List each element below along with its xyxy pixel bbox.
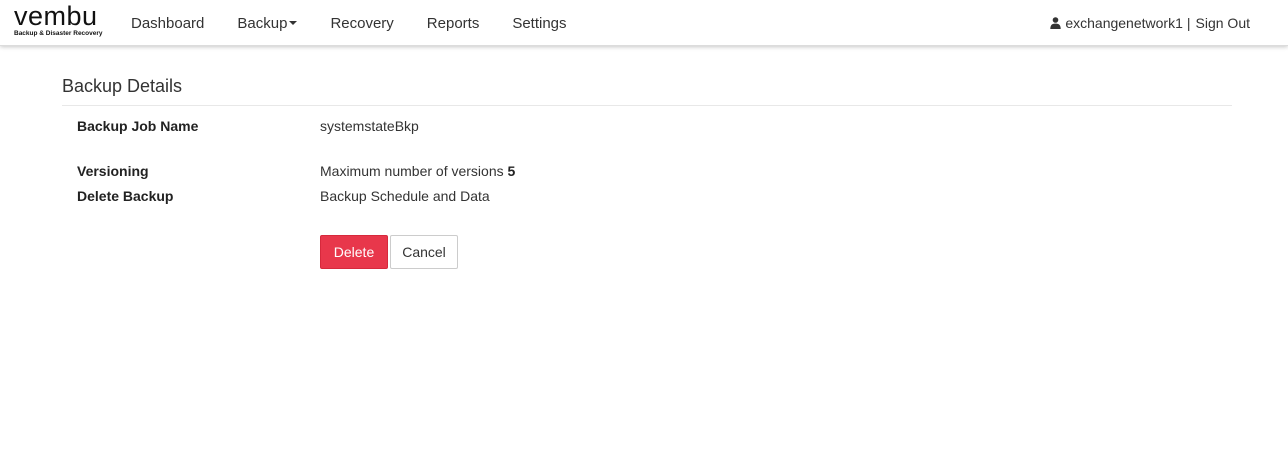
nav-settings[interactable]: Settings [512,15,566,32]
user-menu: exchangenetwork1 | Sign Out [1050,0,1250,46]
nav-backup-label: Backup [237,14,288,32]
delete-button[interactable]: Delete [320,235,388,269]
sign-out-link[interactable]: Sign Out [1196,15,1250,31]
title-divider [62,105,1232,106]
user-icon [1050,17,1062,29]
delete-backup-label: Delete Backup [77,188,174,204]
backup-job-name-value: systemstateBkp [320,118,419,134]
top-navbar: vembu Backup & Disaster Recovery Dashboa… [0,0,1288,46]
versioning-value: Maximum number of versions 5 [320,163,515,179]
page-title: Backup Details [62,76,183,96]
vembu-logo[interactable]: vembu Backup & Disaster Recovery [14,3,114,41]
versioning-text: Maximum number of versions [320,163,504,179]
nav-backup[interactable]: Backup [237,14,298,32]
caret-down-icon [289,20,298,25]
delete-backup-value: Backup Schedule and Data [320,188,490,204]
cancel-button[interactable]: Cancel [390,235,458,269]
logo-wordmark: vembu [14,1,98,31]
nav-reports[interactable]: Reports [427,15,480,32]
username[interactable]: exchangenetwork1 [1065,15,1183,31]
versioning-count: 5 [507,163,516,179]
logo-tagline: Backup & Disaster Recovery [14,30,103,37]
backup-job-name-label: Backup Job Name [77,118,199,134]
main-nav: Dashboard Backup Recovery Reports Settin… [131,0,600,46]
user-separator: | [1186,15,1191,31]
versioning-label: Versioning [77,163,149,179]
nav-dashboard[interactable]: Dashboard [131,15,204,32]
nav-recovery[interactable]: Recovery [330,15,393,32]
